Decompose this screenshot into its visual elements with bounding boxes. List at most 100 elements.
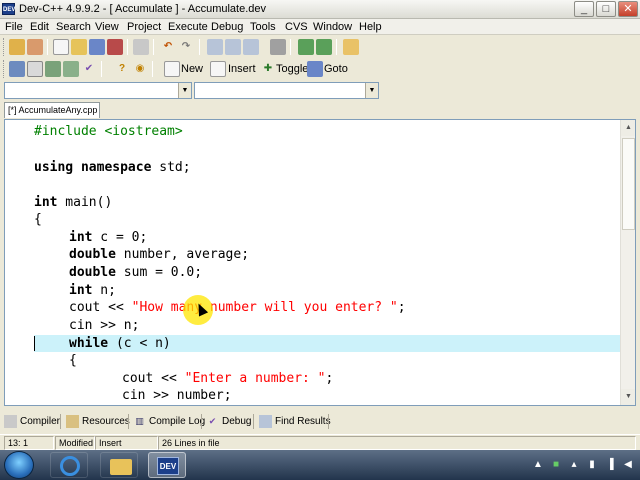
tab-accumulateany-cpp[interactable]: [*] AccumulateAny.cpp: [4, 102, 100, 118]
tab-compile-log[interactable]: ▥ Compile Log: [131, 413, 205, 430]
menu-edit[interactable]: Edit: [28, 20, 51, 34]
new-class-icon[interactable]: [164, 61, 180, 77]
tab-separator: [60, 414, 61, 429]
find-next-icon[interactable]: [243, 39, 259, 55]
menu-project[interactable]: Project: [125, 20, 163, 34]
scroll-up-icon[interactable]: ▲: [621, 120, 635, 136]
menu-view[interactable]: View: [93, 20, 121, 34]
keyword: using: [34, 160, 74, 175]
menu-window[interactable]: Window: [311, 20, 354, 34]
run-icon[interactable]: [27, 61, 43, 77]
open-project-icon[interactable]: [9, 39, 25, 55]
code-text: ;: [194, 265, 203, 280]
tab-find-results[interactable]: Find Results: [257, 413, 331, 430]
goto-bookmark-icon[interactable]: [307, 61, 323, 77]
tab-resources[interactable]: Resources: [64, 413, 130, 430]
about-icon[interactable]: ◉: [132, 61, 148, 77]
toolbar-separator: [336, 39, 337, 55]
scrollbar-thumb[interactable]: [622, 138, 635, 230]
replace-icon[interactable]: [225, 39, 241, 55]
main-toolbar: ↶ ↷: [0, 36, 640, 58]
help-icon[interactable]: ?: [114, 61, 130, 77]
undo-icon[interactable]: ↶: [160, 39, 176, 55]
new-button[interactable]: New: [181, 61, 203, 77]
tab-debug-label: Debug: [222, 416, 252, 427]
insert-button[interactable]: Insert: [228, 61, 256, 77]
keyword: int: [69, 283, 93, 298]
code-line-14: {: [69, 352, 77, 369]
menu-tools[interactable]: Tools: [248, 20, 278, 34]
new-file-icon[interactable]: [53, 39, 69, 55]
menu-debug[interactable]: Debug: [209, 20, 245, 34]
ie-logo: [60, 456, 80, 476]
member-selector[interactable]: ▼: [194, 82, 379, 99]
vertical-scrollbar[interactable]: ▲ ▼: [620, 120, 635, 405]
toolbar-separator: [199, 39, 200, 55]
toolbar-grip[interactable]: [3, 60, 6, 78]
insert-icon[interactable]: [210, 61, 226, 77]
menu-cvs[interactable]: CVS: [283, 20, 310, 34]
code-line-10: int n;: [69, 282, 116, 299]
compile-icon[interactable]: [9, 61, 25, 77]
toggle-button[interactable]: Toggle: [276, 61, 308, 77]
code-text: sum =: [115, 265, 171, 280]
signal-icon[interactable]: ▐: [604, 459, 616, 471]
menu-help[interactable]: Help: [357, 20, 384, 34]
open-file-icon[interactable]: [71, 39, 87, 55]
power-icon[interactable]: ▮: [586, 459, 598, 471]
insert-mode-indicator: Insert: [95, 436, 158, 450]
remove-from-project-icon[interactable]: [316, 39, 332, 55]
tray-app-icon[interactable]: ■: [550, 459, 562, 471]
include-directive: #include <iostream>: [34, 124, 183, 139]
tab-find-results-label: Find Results: [275, 416, 331, 427]
volume-icon[interactable]: ◀: [622, 459, 634, 471]
minimize-button[interactable]: _: [574, 1, 594, 17]
code-text: {: [69, 353, 77, 368]
toolbar-separator: [47, 39, 48, 55]
compile-run-icon[interactable]: [45, 61, 61, 77]
save-icon[interactable]: [89, 39, 105, 55]
secondary-toolbar: ✔ ? ◉ New Insert ✚ Toggle Goto: [0, 58, 640, 80]
find-icon[interactable]: [207, 39, 223, 55]
start-button[interactable]: [4, 451, 34, 479]
code-line-15: cout << "Enter a number: ";: [122, 370, 333, 387]
internet-explorer-icon[interactable]: [50, 452, 88, 478]
maximize-button[interactable]: □: [596, 1, 616, 17]
toolbar-grip[interactable]: [3, 38, 6, 56]
title-bar[interactable]: DEV Dev-C++ 4.9.9.2 - [ Accumulate ] - A…: [0, 0, 640, 19]
add-to-project-icon[interactable]: [298, 39, 314, 55]
keyword: while: [69, 336, 109, 351]
goto-button[interactable]: Goto: [324, 61, 348, 77]
code-line-3: using namespace std;: [34, 159, 191, 176]
debug-check-icon[interactable]: ✔: [81, 61, 97, 77]
tab-compiler[interactable]: Compiler: [2, 413, 60, 430]
chevron-down-icon[interactable]: ▼: [365, 83, 378, 98]
windows-explorer-icon[interactable]: [100, 452, 138, 478]
close-button[interactable]: ✕: [618, 1, 638, 17]
system-tray: ▲ ■ ▴ ▮ ▐ ◀: [530, 450, 640, 480]
code-editor[interactable]: #include <iostream> using namespace std;…: [4, 119, 636, 406]
toggle-bookmark-icon[interactable]: ✚: [260, 61, 276, 77]
code-line-12: cin >> n;: [69, 317, 139, 334]
debug-check-icon: ✔: [208, 416, 217, 426]
window-title: Dev-C++ 4.9.9.2 - [ Accumulate ] - Accum…: [19, 3, 267, 15]
show-hidden-icons-icon[interactable]: ▴: [568, 459, 580, 471]
menu-search[interactable]: Search: [54, 20, 93, 34]
chevron-down-icon[interactable]: ▼: [178, 83, 191, 98]
project-options-icon[interactable]: [343, 39, 359, 55]
code-text: cout <<: [122, 371, 185, 386]
code-line-7: int c = 0;: [69, 229, 147, 246]
menu-file[interactable]: File: [3, 20, 25, 34]
rebuild-all-icon[interactable]: [63, 61, 79, 77]
menu-execute[interactable]: Execute: [166, 20, 210, 34]
devcpp-taskbar-button[interactable]: DEV: [148, 452, 186, 478]
tab-debug[interactable]: ✔ Debug: [204, 413, 252, 430]
network-status-icon[interactable]: ▲: [532, 459, 544, 471]
scroll-down-icon[interactable]: ▼: [621, 389, 635, 405]
print-icon[interactable]: [133, 39, 149, 55]
redo-icon[interactable]: ↷: [178, 39, 194, 55]
close-project-icon[interactable]: [27, 39, 43, 55]
save-all-icon[interactable]: [107, 39, 123, 55]
goto-line-icon[interactable]: [270, 39, 286, 55]
class-selector[interactable]: ▼: [4, 82, 192, 99]
